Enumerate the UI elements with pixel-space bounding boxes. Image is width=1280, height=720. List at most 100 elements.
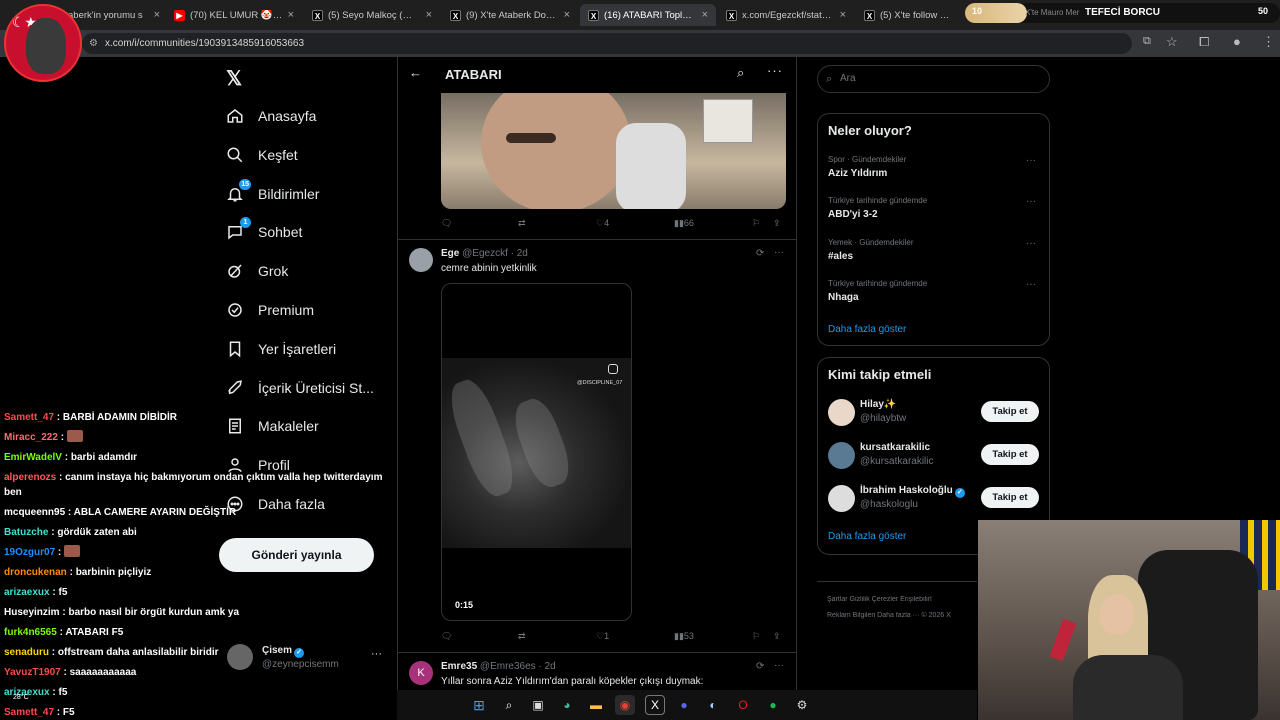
install-icon[interactable]: ⧉ — [1143, 35, 1151, 48]
close-icon[interactable]: × — [426, 9, 432, 21]
tweet-video[interactable] — [441, 93, 786, 209]
trend-item[interactable]: Aziz Yıldırım — [828, 168, 887, 179]
trend-item[interactable]: ABD'yi 3-2 — [828, 209, 878, 220]
trend-item[interactable]: #ales — [828, 251, 853, 262]
edge-icon[interactable]: ◕ — [557, 695, 577, 715]
divider — [817, 581, 977, 582]
show-more-link[interactable]: Daha fazla göster — [828, 531, 906, 542]
share-icon[interactable]: ⇪ — [773, 218, 781, 229]
footer-links[interactable]: Şartlar Gizlilik Çerezler Erişilebilirl — [827, 596, 977, 603]
tweet-video[interactable]: @DISCIPLINE_07 0:15 — [441, 283, 632, 621]
retweet-icon[interactable]: ⇄ — [518, 218, 526, 229]
close-icon[interactable]: × — [288, 9, 294, 21]
search-input[interactable]: ⌕ Ara — [817, 65, 1050, 93]
follow-button[interactable]: Takip et — [981, 444, 1039, 465]
follow-button[interactable]: Takip et — [981, 487, 1039, 508]
close-icon[interactable]: × — [564, 9, 570, 21]
browser-tab[interactable]: Xx.com/Egezckf/status/20 × — [718, 4, 854, 26]
spotify-icon[interactable]: ● — [763, 695, 783, 715]
profile-icon[interactable]: ● — [1233, 34, 1241, 49]
more-dots-icon[interactable]: ··· — [1026, 279, 1036, 290]
more-dots-icon[interactable]: ··· — [1026, 196, 1036, 207]
more-dots-icon[interactable]: ··· — [774, 247, 784, 258]
extensions-icon[interactable]: ⧠ — [1199, 34, 1209, 50]
tab-title: (5) X'te follow @joshuax — [880, 9, 958, 21]
grok-icon[interactable]: ⟳ — [756, 248, 764, 259]
tweet-author[interactable]: Ege @Egezckf · 2d — [441, 248, 528, 259]
grok-icon[interactable]: ⟳ — [756, 661, 764, 672]
reply-icon[interactable]: 🗨 — [441, 218, 452, 229]
chat-username: Samett_47 — [4, 412, 55, 423]
follow-button[interactable]: Takip et — [981, 401, 1039, 422]
nav-chat[interactable]: 1 Sohbet — [226, 217, 302, 245]
steam-icon[interactable]: ◐ — [703, 695, 723, 715]
tweet-actions: 🗨 ⇄ ♡ 1 ▮▮ 53 ⚐ ⇪ — [441, 631, 786, 645]
browser-tab[interactable]: X (9) X'te Ataberk Doğan: " × — [442, 4, 578, 26]
suggested-user-name[interactable]: Hilay✨ — [860, 399, 896, 410]
more-dots-icon[interactable]: ··· — [767, 63, 783, 78]
show-more-link[interactable]: Daha fazla göster — [828, 324, 906, 335]
chat-username: arizaexux — [4, 587, 50, 598]
search-icon: ⌕ — [826, 73, 833, 85]
menu-icon[interactable]: ⋮ — [1262, 34, 1275, 50]
close-icon[interactable]: × — [840, 9, 846, 21]
like-button[interactable]: ♡ 1 — [596, 631, 609, 642]
tweet-author[interactable]: Emre35 @Emre36es · 2d — [441, 661, 556, 672]
nav-grok[interactable]: Grok — [226, 258, 288, 284]
windows-start-icon[interactable]: ⊞ — [469, 695, 489, 715]
task-view-icon[interactable]: ▣ — [528, 695, 548, 715]
views-button[interactable]: ▮▮ 66 — [674, 218, 694, 229]
avatar[interactable] — [828, 442, 855, 469]
x-logo-icon[interactable]: 𝕏 — [226, 66, 242, 91]
more-dots-icon[interactable]: ··· — [1026, 155, 1036, 166]
discord-icon[interactable]: ● — [674, 695, 694, 715]
more-dots-icon[interactable]: ··· — [1026, 238, 1036, 249]
bookmark-icon[interactable]: ⚐ — [752, 631, 760, 642]
back-arrow-icon[interactable]: ← — [409, 65, 422, 80]
more-dots-icon[interactable]: ··· — [774, 660, 784, 671]
avatar[interactable] — [409, 248, 433, 272]
trend-item[interactable]: Nhaga — [828, 292, 859, 303]
like-button[interactable]: ♡ 4 — [596, 218, 609, 229]
browser-tab[interactable]: X (5) X'te follow @joshuax — [856, 4, 966, 26]
footer-links[interactable]: Reklam Bilgileri Daha fazla ··· © 2026 X — [827, 612, 977, 619]
avatar[interactable] — [828, 399, 855, 426]
chat-text: f5 — [58, 587, 68, 598]
chat-username: senaduru — [4, 647, 50, 658]
browser-tab[interactable]: ▶ (70) KEL UMUR 🤡 #atab × — [166, 4, 302, 26]
suggested-user-name[interactable]: kursatkarakilic — [860, 442, 930, 453]
file-explorer-icon[interactable]: ▬ — [586, 695, 606, 715]
more-dots-icon[interactable]: ··· — [371, 648, 382, 660]
nav-premium[interactable]: Premium — [226, 297, 314, 323]
bookmark-icon[interactable]: ⚐ — [752, 218, 760, 229]
nav-notifications[interactable]: 15 Bildirimler — [226, 179, 319, 207]
search-icon[interactable]: ⌕ — [499, 695, 519, 715]
browser-tab-active[interactable]: X (16) ATABARI Topluluk / X × — [580, 4, 716, 26]
nav-creator-studio[interactable]: İçerik Üreticisi St... — [226, 375, 374, 401]
site-info-icon[interactable]: ⚙ — [89, 33, 98, 54]
close-icon[interactable]: × — [702, 9, 708, 21]
nav-label: Premium — [258, 302, 315, 318]
weather-widget[interactable]: 28°C — [13, 694, 29, 701]
nav-home[interactable]: Anasayfa — [226, 103, 316, 129]
opera-icon[interactable]: O — [733, 695, 753, 715]
avatar[interactable]: K — [409, 661, 433, 685]
x-app-icon[interactable]: X — [645, 695, 665, 715]
star-icon[interactable]: ☆ — [1166, 34, 1178, 50]
chrome-icon[interactable]: ◉ — [615, 695, 635, 715]
retweet-icon[interactable]: ⇄ — [518, 631, 526, 642]
share-icon[interactable]: ⇪ — [773, 631, 781, 642]
close-icon[interactable]: × — [154, 9, 160, 21]
views-button[interactable]: ▮▮ 53 — [674, 631, 694, 642]
suggested-user-name[interactable]: İbrahim Haskoloğlu ✓ — [860, 485, 965, 498]
nav-bookmarks[interactable]: Yer İşaretleri — [226, 336, 336, 362]
nav-explore[interactable]: Keşfet — [226, 142, 298, 168]
search-icon[interactable]: ⌕ — [737, 65, 744, 81]
browser-tab[interactable]: X (5) Seyo Malkoç (@seyoo × — [304, 4, 440, 26]
tweet-actions: 🗨 ⇄ ♡ 4 ▮▮ 66 ⚐ ⇪ — [441, 218, 786, 232]
reply-icon[interactable]: 🗨 — [441, 631, 452, 642]
chat-message: arizaexux : f5 — [4, 687, 68, 698]
url-field[interactable]: ⚙ x.com/i/communities/1903913485916053663 — [82, 33, 1132, 54]
settings-icon[interactable]: ⚙ — [792, 695, 812, 715]
avatar[interactable] — [828, 485, 855, 512]
